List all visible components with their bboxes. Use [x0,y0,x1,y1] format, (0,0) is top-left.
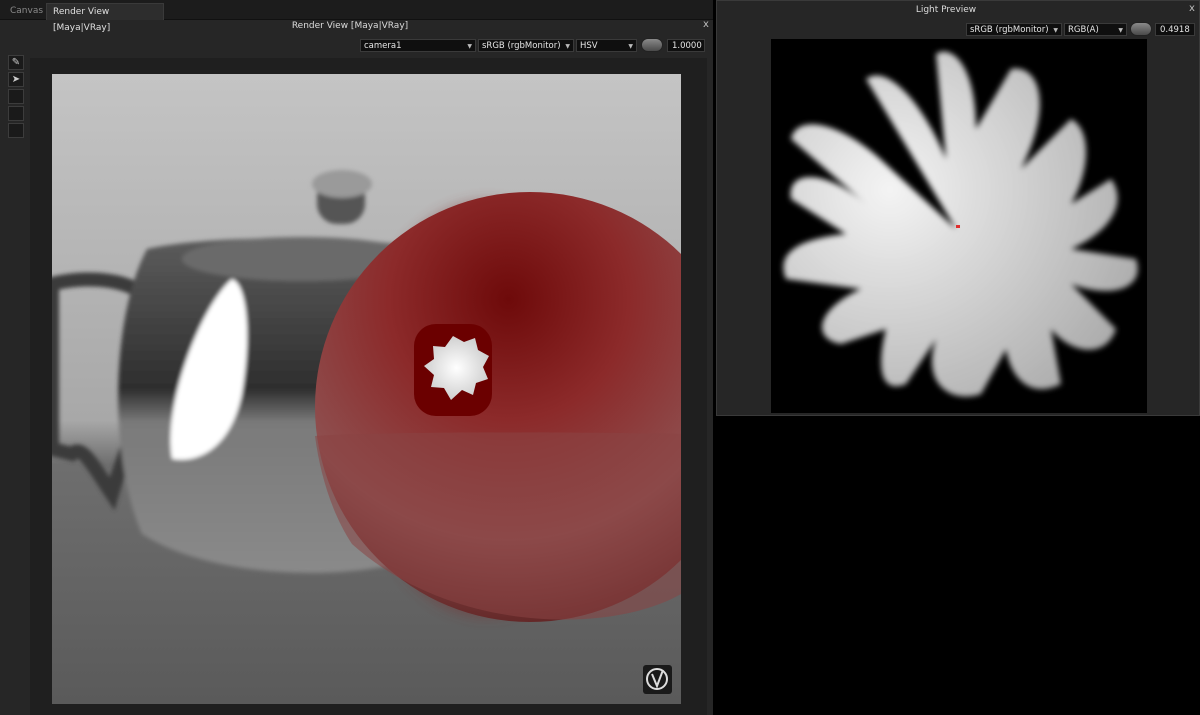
render-image[interactable] [52,74,681,704]
light-channel-value: RGB(A) [1068,25,1099,35]
camera-value: camera1 [364,41,402,51]
chevron-down-icon: ▼ [628,43,633,50]
tab-canvas[interactable]: Canvas [4,3,49,19]
light-channel-dropdown[interactable]: RGB(A) ▼ [1064,23,1127,36]
colorspace-dropdown[interactable]: sRGB (rgbMonitor) ▼ [478,39,574,52]
light-colorspace-value: sRGB (rgbMonitor) [970,25,1049,35]
tab-bar: Canvas Render View [Maya|VRay] [0,0,713,33]
chevron-down-icon: ▼ [1118,27,1123,34]
light-colorspace-dropdown[interactable]: sRGB (rgbMonitor) ▼ [966,23,1062,36]
chevron-down-icon: ▼ [1053,27,1058,34]
tool-slot-5[interactable] [8,123,24,138]
exposure-stepper-icon[interactable] [641,38,663,52]
light-exposure-field[interactable]: 0.4918 [1155,23,1195,36]
light-preview-title: Light Preview [915,5,977,15]
exposure-field[interactable]: 1.0000 [667,39,705,52]
tool-slot-3[interactable] [8,89,24,104]
colorspace-value: sRGB (rgbMonitor) [482,41,561,51]
channel-value: HSV [580,41,598,51]
chevron-down-icon: ▼ [565,43,570,50]
channel-dropdown[interactable]: HSV ▼ [576,39,637,52]
render-view-close-button[interactable]: x [703,19,709,30]
chevron-down-icon: ▼ [467,43,472,50]
tab-render-view[interactable]: Render View [Maya|VRay] [46,3,164,33]
render-view-title: Render View [Maya|VRay] [291,21,409,31]
tool-slot-4[interactable] [8,106,24,121]
pointer-icon[interactable]: ➤ [8,72,24,87]
light-preview-image[interactable] [771,39,1147,413]
light-preview-close-button[interactable]: x [1189,3,1195,14]
camera-dropdown[interactable]: camera1 ▼ [360,39,476,52]
brush-icon[interactable]: ✎ [8,55,24,70]
light-exposure-stepper-icon[interactable] [1130,22,1152,36]
